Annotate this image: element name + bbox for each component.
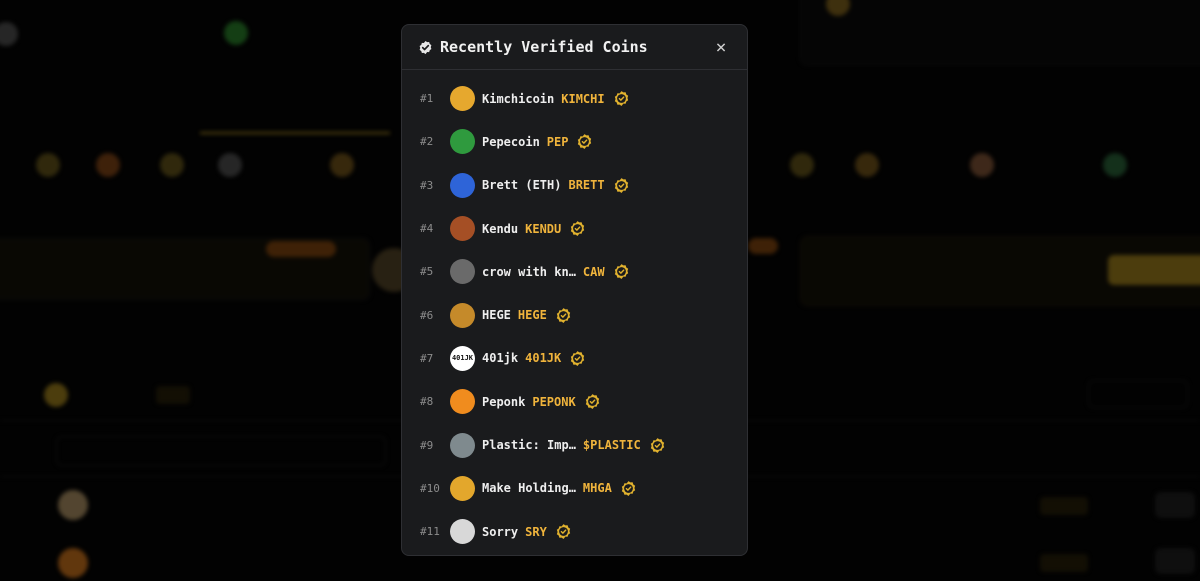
verified-check-icon bbox=[555, 307, 572, 324]
coin-list-item[interactable]: #11 Sorry SRY bbox=[402, 510, 747, 553]
coin-rank: #10 bbox=[420, 481, 440, 495]
coin-ticker: KIMCHI bbox=[561, 91, 605, 106]
recently-verified-modal: Recently Verified Coins × #1 Kimchicoin … bbox=[401, 24, 748, 556]
coin-name: Pepecoin bbox=[482, 134, 540, 149]
coin-avatar bbox=[450, 519, 475, 545]
coin-rank: #11 bbox=[420, 525, 440, 539]
verified-check-icon bbox=[555, 523, 572, 540]
coin-ticker: $PLASTIC bbox=[582, 438, 641, 453]
coin-list-item[interactable]: #8 Peponk PEPONK bbox=[402, 380, 747, 423]
verified-coin-list: #1 Kimchicoin KIMCHI #2 Pepecoin PEP #3 … bbox=[402, 70, 747, 553]
coin-ticker: HEGE bbox=[517, 308, 547, 323]
coin-rank: #7 bbox=[420, 351, 434, 365]
close-icon[interactable]: × bbox=[711, 37, 731, 58]
coin-name: Peponk bbox=[482, 394, 526, 409]
coin-avatar bbox=[450, 216, 475, 242]
modal-title: Recently Verified Coins bbox=[440, 38, 648, 56]
verified-check-icon bbox=[649, 437, 666, 454]
coin-list-item[interactable]: #6 HEGE HEGE bbox=[402, 293, 747, 336]
coin-avatar bbox=[450, 475, 475, 501]
coin-rank: #9 bbox=[420, 438, 434, 452]
coin-rank: #4 bbox=[420, 222, 434, 236]
coin-rank: #2 bbox=[420, 135, 434, 149]
coin-rank: #8 bbox=[420, 395, 434, 409]
verified-check-icon bbox=[584, 393, 601, 410]
coin-avatar bbox=[450, 172, 475, 198]
coin-name: Kendu bbox=[482, 221, 519, 236]
coin-avatar bbox=[450, 389, 475, 415]
coin-list-item[interactable]: #9 Plastic: Imp… $PLASTIC bbox=[402, 423, 747, 466]
coin-avatar: 401JK bbox=[450, 345, 475, 371]
coin-ticker: SRY bbox=[525, 524, 547, 539]
coin-ticker: 401JK bbox=[525, 351, 562, 366]
modal-header: Recently Verified Coins × bbox=[402, 25, 747, 70]
verified-check-icon bbox=[620, 480, 637, 497]
verified-check-icon bbox=[569, 350, 586, 367]
coin-name: Sorry bbox=[482, 524, 519, 539]
coin-name: HEGE bbox=[482, 308, 511, 323]
coin-name: Kimchicoin bbox=[482, 91, 555, 106]
verified-badge-icon bbox=[418, 40, 433, 55]
coin-list-item[interactable]: #7 401JK 401jk 401JK bbox=[402, 337, 747, 380]
coin-list-item[interactable]: #3 Brett (ETH) BRETT bbox=[402, 164, 747, 207]
coin-list-item[interactable]: #1 Kimchicoin KIMCHI bbox=[402, 77, 747, 120]
coin-ticker: CAW bbox=[582, 264, 605, 279]
verified-check-icon bbox=[613, 90, 630, 107]
coin-rank: #3 bbox=[420, 178, 434, 192]
coin-list-item[interactable]: #2 Pepecoin PEP bbox=[402, 120, 747, 163]
coin-rank: #6 bbox=[420, 308, 434, 322]
coin-name: Make Holding… bbox=[482, 481, 576, 496]
coin-ticker: PEPONK bbox=[532, 394, 576, 409]
coin-name: 401jk bbox=[482, 351, 519, 366]
coin-rank: #1 bbox=[420, 92, 434, 106]
coin-list-item[interactable]: #4 Kendu KENDU bbox=[402, 207, 747, 250]
coin-list-item[interactable]: #5 crow with kn… CAW bbox=[402, 250, 747, 293]
coin-ticker: MHGA bbox=[582, 481, 612, 496]
coin-ticker: PEP bbox=[546, 134, 569, 149]
coin-list-item[interactable]: #10 Make Holding… MHGA bbox=[402, 467, 747, 510]
verified-check-icon bbox=[576, 133, 593, 150]
coin-name: Brett (ETH) bbox=[482, 178, 562, 193]
verified-check-icon bbox=[613, 263, 630, 280]
verified-check-icon bbox=[613, 177, 630, 194]
coin-avatar bbox=[450, 259, 475, 285]
coin-ticker: KENDU bbox=[525, 221, 562, 236]
coin-name: crow with kn… bbox=[482, 264, 576, 279]
coin-avatar bbox=[450, 129, 475, 155]
verified-check-icon bbox=[569, 220, 586, 237]
coin-rank: #5 bbox=[420, 265, 434, 279]
coin-name: Plastic: Imp… bbox=[482, 438, 576, 453]
coin-avatar bbox=[450, 302, 475, 328]
coin-avatar bbox=[450, 86, 475, 112]
coin-ticker: BRETT bbox=[568, 178, 605, 193]
coin-avatar bbox=[450, 432, 475, 458]
